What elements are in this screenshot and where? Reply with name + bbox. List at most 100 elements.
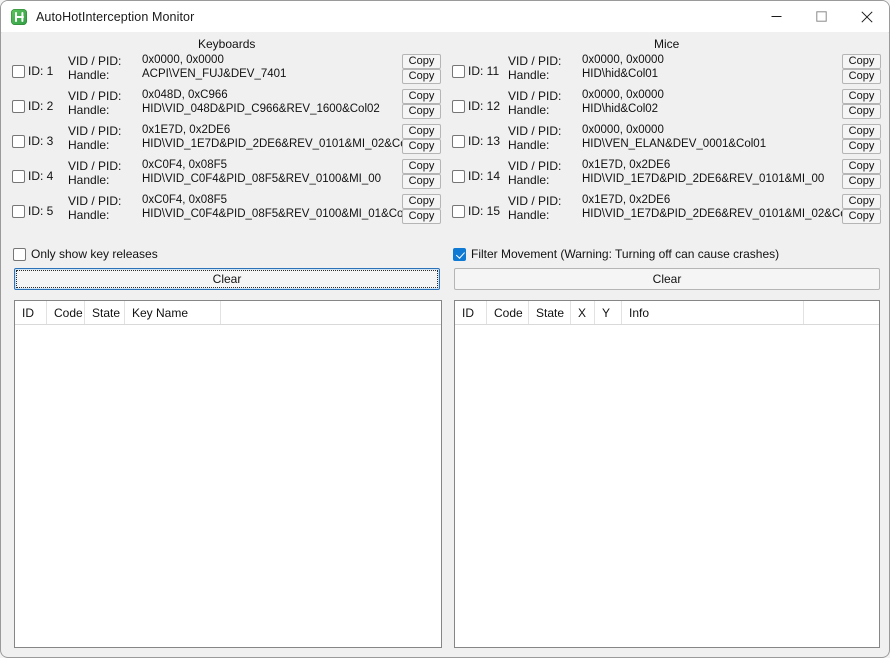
copy-handle-button[interactable]: Copy (402, 104, 441, 119)
copy-vidpid-button[interactable]: Copy (842, 89, 881, 104)
column-header-id[interactable]: ID (15, 301, 47, 324)
vidpid-value: 0x1E7D, 0x2DE6 (142, 124, 230, 136)
copy-handle-button[interactable]: Copy (842, 174, 881, 189)
device-row: ID: 1 VID / PID: Handle: 0x0000, 0x0000 … (12, 54, 442, 90)
listview-header: ID Code State Key Name (15, 301, 441, 325)
mouse-events-listview[interactable]: ID Code State X Y Info (454, 300, 880, 648)
device-id-label: ID: 13 (468, 134, 500, 148)
device-id-label: ID: 14 (468, 169, 500, 183)
handle-label: Handle: (68, 103, 109, 117)
copy-handle-button[interactable]: Copy (402, 139, 441, 154)
copy-vidpid-button[interactable]: Copy (842, 159, 881, 174)
copy-vidpid-button[interactable]: Copy (402, 54, 441, 69)
copy-handle-button[interactable]: Copy (842, 139, 881, 154)
handle-value: HID\VID_C0F4&PID_08F5&REV_0100&MI_01&Col… (142, 208, 419, 220)
checkbox-box (13, 248, 26, 261)
copy-handle-button[interactable]: Copy (402, 174, 441, 189)
handle-label: Handle: (508, 68, 549, 82)
device-id-label: ID: 4 (28, 169, 53, 183)
handle-value: HID\hid&Col02 (582, 103, 658, 115)
clear-keyboard-log-label: Clear (213, 272, 242, 286)
maximize-button[interactable] (799, 1, 844, 32)
vidpid-value: 0x1E7D, 0x2DE6 (582, 159, 670, 171)
clear-mouse-log-button[interactable]: Clear (454, 268, 880, 290)
device-select-checkbox[interactable] (452, 65, 465, 78)
title-bar: AutoHotInterception Monitor (1, 1, 889, 33)
device-select-checkbox[interactable] (12, 100, 25, 113)
column-header-info[interactable]: Info (622, 301, 804, 324)
device-select-checkbox[interactable] (452, 135, 465, 148)
clear-keyboard-log-button[interactable]: Clear (14, 268, 440, 290)
column-header-code[interactable]: Code (47, 301, 85, 324)
copy-handle-button[interactable]: Copy (842, 69, 881, 84)
device-id-label: ID: 1 (28, 64, 53, 78)
column-header-code[interactable]: Code (487, 301, 529, 324)
listview-header: ID Code State X Y Info (455, 301, 879, 325)
copy-handle-button[interactable]: Copy (842, 209, 881, 224)
handle-value: HID\VID_048D&PID_C966&REV_1600&Col02 (142, 103, 380, 115)
handle-value: ACPI\VEN_FUJ&DEV_7401 (142, 68, 286, 80)
device-id-label: ID: 2 (28, 99, 53, 113)
device-select-checkbox[interactable] (12, 65, 25, 78)
vidpid-value: 0x0000, 0x0000 (142, 54, 224, 66)
copy-handle-button[interactable]: Copy (402, 69, 441, 84)
copy-vidpid-button[interactable]: Copy (402, 194, 441, 209)
device-select-checkbox[interactable] (452, 205, 465, 218)
handle-value: HID\VEN_ELAN&DEV_0001&Col01 (582, 138, 766, 150)
device-row: ID: 15 VID / PID: Handle: 0x1E7D, 0x2DE6… (452, 194, 882, 230)
close-button[interactable] (844, 1, 889, 32)
handle-label: Handle: (68, 173, 109, 187)
handle-value: HID\VID_1E7D&PID_2DE6&REV_0101&MI_02&Col… (582, 208, 862, 220)
column-header-key-name[interactable]: Key Name (125, 301, 221, 324)
device-select-checkbox[interactable] (452, 100, 465, 113)
column-header-spacer[interactable] (221, 301, 441, 324)
handle-label: Handle: (508, 138, 549, 152)
device-select-checkbox[interactable] (12, 205, 25, 218)
vidpid-label: VID / PID: (508, 194, 561, 208)
column-header-y[interactable]: Y (595, 301, 622, 324)
device-select-checkbox[interactable] (452, 170, 465, 183)
device-row: ID: 4 VID / PID: Handle: 0xC0F4, 0x08F5 … (12, 159, 442, 195)
copy-vidpid-button[interactable]: Copy (842, 194, 881, 209)
handle-label: Handle: (508, 103, 549, 117)
copy-handle-button[interactable]: Copy (402, 209, 441, 224)
checkbox-box (453, 248, 466, 261)
app-window: AutoHotInterception Monitor Keyboards Mi… (0, 0, 890, 658)
handle-value: HID\VID_1E7D&PID_2DE6&REV_0101&MI_00 (582, 173, 824, 185)
device-id-label: ID: 3 (28, 134, 53, 148)
filter-movement-checkbox[interactable]: Filter Movement (Warning: Turning off ca… (453, 247, 779, 261)
keyboards-panel-title: Keyboards (198, 37, 255, 51)
vidpid-value: 0xC0F4, 0x08F5 (142, 159, 227, 171)
vidpid-value: 0xC0F4, 0x08F5 (142, 194, 227, 206)
device-select-checkbox[interactable] (12, 135, 25, 148)
only-show-key-releases-checkbox[interactable]: Only show key releases (13, 247, 158, 261)
column-header-id[interactable]: ID (455, 301, 487, 324)
copy-handle-button[interactable]: Copy (842, 104, 881, 119)
vidpid-label: VID / PID: (68, 124, 121, 138)
vidpid-label: VID / PID: (508, 124, 561, 138)
device-id-label: ID: 5 (28, 204, 53, 218)
vidpid-label: VID / PID: (68, 54, 121, 68)
copy-vidpid-button[interactable]: Copy (842, 54, 881, 69)
vidpid-label: VID / PID: (68, 159, 121, 173)
column-header-state[interactable]: State (85, 301, 125, 324)
device-row: ID: 11 VID / PID: Handle: 0x0000, 0x0000… (452, 54, 882, 90)
column-header-x[interactable]: X (571, 301, 595, 324)
copy-vidpid-button[interactable]: Copy (842, 124, 881, 139)
handle-value: HID\hid&Col01 (582, 68, 658, 80)
window-controls (754, 1, 889, 32)
copy-vidpid-button[interactable]: Copy (402, 159, 441, 174)
keyboard-events-listview[interactable]: ID Code State Key Name (14, 300, 442, 648)
device-select-checkbox[interactable] (12, 170, 25, 183)
minimize-button[interactable] (754, 1, 799, 32)
vidpid-value: 0x0000, 0x0000 (582, 124, 664, 136)
copy-vidpid-button[interactable]: Copy (402, 89, 441, 104)
column-header-spacer[interactable] (804, 301, 879, 324)
vidpid-value: 0x1E7D, 0x2DE6 (582, 194, 670, 206)
clear-mouse-log-label: Clear (653, 272, 682, 286)
vidpid-value: 0x0000, 0x0000 (582, 89, 664, 101)
vidpid-label: VID / PID: (508, 89, 561, 103)
copy-vidpid-button[interactable]: Copy (402, 124, 441, 139)
vidpid-value: 0x0000, 0x0000 (582, 54, 664, 66)
column-header-state[interactable]: State (529, 301, 571, 324)
